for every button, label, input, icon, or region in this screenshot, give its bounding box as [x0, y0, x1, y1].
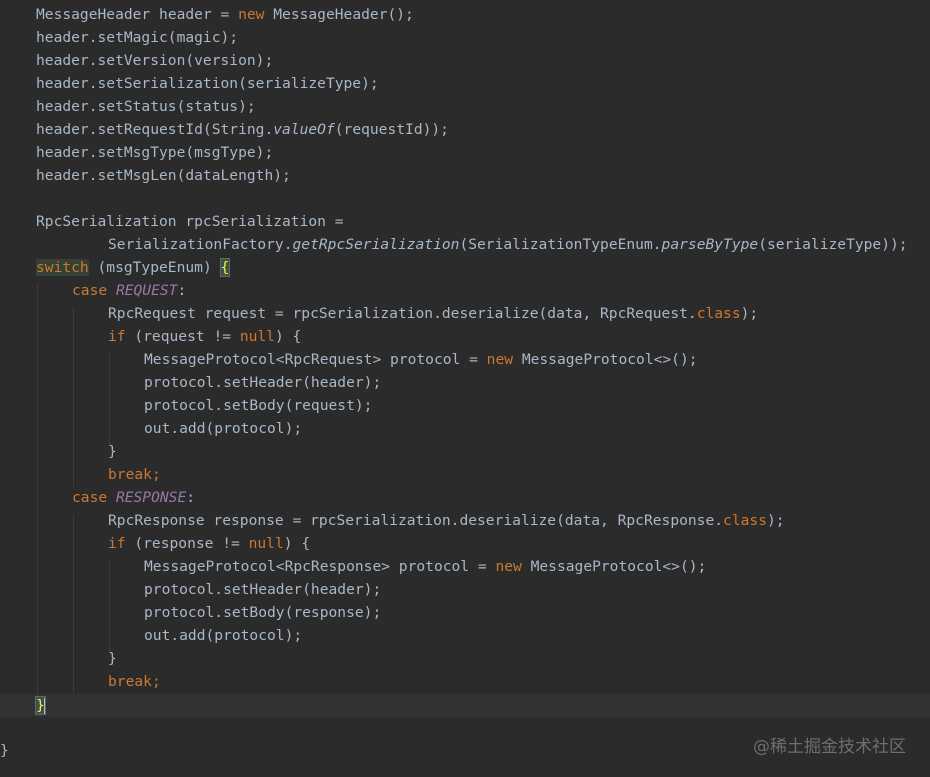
code-line: SerializationFactory.getRpcSerialization… — [108, 233, 908, 256]
code-editor[interactable]: MessageHeader header = new MessageHeader… — [0, 0, 930, 777]
semicolon: ; — [151, 466, 161, 483]
code-line: protocol.setHeader(header); — [144, 374, 382, 391]
matched-brace-open: { — [219, 258, 231, 277]
code-text: ); — [740, 305, 759, 322]
watermark: @稀土掘金技术社区 — [753, 737, 906, 757]
code-line: header.setVersion(version); — [36, 52, 274, 69]
keyword-break: break — [108, 466, 152, 483]
keyword-null: null — [248, 535, 284, 552]
code-line: header.setStatus(status); — [36, 98, 256, 115]
code-text: : — [177, 282, 187, 299]
keyword-case: case — [72, 282, 108, 299]
code-text: RpcRequest request = rpcSerialization.de… — [108, 305, 697, 322]
code-line: header.setMagic(magic); — [36, 29, 239, 46]
code-text: (msgTypeEnum) — [88, 259, 221, 276]
code-text: : — [186, 489, 196, 506]
code-line: RpcRequest request = rpcSerialization.de… — [108, 302, 758, 325]
code-text: ) { — [274, 328, 302, 345]
code-text: MessageProtocol<>(); — [521, 558, 707, 575]
keyword-case: case — [72, 489, 108, 506]
code-line: out.add(protocol); — [144, 420, 303, 437]
code-line: } — [108, 443, 117, 460]
code-text: MessageProtocol<>(); — [513, 351, 698, 368]
keyword-new: new — [238, 6, 265, 23]
code-line: MessageHeader header = new MessageHeader… — [36, 3, 414, 26]
code-line: case REQUEST: — [72, 279, 186, 302]
code-line: header.setMsgType(msgType); — [36, 144, 274, 161]
code-line: break; — [108, 670, 161, 693]
indent-guide — [109, 560, 110, 652]
indent-guide — [37, 284, 38, 694]
code-text: (SerializationTypeEnum. — [459, 236, 662, 253]
code-line: break; — [108, 463, 161, 486]
keyword-class: class — [723, 512, 767, 529]
static-method: valueOf — [273, 121, 335, 138]
indent-guide — [73, 514, 74, 694]
code-text: (request != — [125, 328, 240, 345]
code-line: } — [35, 694, 46, 717]
keyword-if: if — [108, 535, 126, 552]
keyword-if: if — [108, 328, 126, 345]
type-name: MessageHeader — [36, 6, 151, 23]
code-line: header.setSerialization(serializeType); — [36, 75, 379, 92]
semicolon: ; — [151, 673, 161, 690]
keyword-new: new — [495, 558, 522, 575]
code-line: MessageProtocol<RpcResponse> protocol = … — [144, 555, 706, 578]
code-line: protocol.setBody(request); — [144, 397, 373, 414]
code-text: ) { — [283, 535, 311, 552]
keyword-null: null — [239, 328, 275, 345]
enum-constant: RESPONSE — [115, 489, 187, 506]
text-caret — [43, 698, 46, 714]
operator: = — [211, 6, 239, 23]
code-text: (requestId)); — [334, 121, 449, 138]
code-text: ); — [766, 512, 785, 529]
code-text: (serializeType)); — [758, 236, 908, 253]
code-line: protocol.setHeader(header); — [144, 581, 382, 598]
code-line: out.add(protocol); — [144, 627, 303, 644]
code-line: case RESPONSE: — [72, 486, 195, 509]
keyword-break: break — [108, 673, 152, 690]
current-line-highlight — [0, 694, 930, 717]
code-line: } — [108, 650, 117, 667]
code-line: header.setMsgLen(dataLength); — [36, 167, 291, 184]
keyword-new: new — [486, 351, 514, 368]
code-text: RpcResponse response = rpcSerialization.… — [108, 512, 724, 529]
keyword-class: class — [696, 305, 741, 322]
code-line: header.setRequestId(String.valueOf(reque… — [36, 118, 449, 141]
code-line: if (request != null) { — [108, 325, 301, 348]
code-line: RpcSerialization rpcSerialization = — [36, 213, 344, 230]
code-text: (response != — [125, 535, 249, 552]
static-method: getRpcSerialization — [292, 236, 460, 253]
code-line: RpcResponse response = rpcSerialization.… — [108, 509, 785, 532]
code-text: SerializationFactory. — [108, 236, 293, 253]
code-text: header.setRequestId(String. — [36, 121, 274, 138]
code-line: MessageProtocol<RpcRequest> protocol = n… — [144, 348, 698, 371]
code-text: MessageProtocol<RpcResponse> protocol = — [144, 558, 496, 575]
code-line: } — [0, 742, 9, 759]
keyword-switch: switch — [36, 259, 89, 276]
constructor-call: MessageHeader(); — [264, 6, 414, 23]
code-line: if (response != null) { — [108, 532, 310, 555]
code-line: protocol.setBody(response); — [144, 604, 382, 621]
indent-guide — [73, 307, 74, 487]
code-line: switch (msgTypeEnum) { — [36, 256, 231, 279]
indent-guide — [109, 353, 110, 445]
variable-name: header — [159, 6, 212, 23]
code-text: MessageProtocol<RpcRequest> protocol = — [144, 351, 487, 368]
static-method: parseByType — [661, 236, 759, 253]
enum-constant: REQUEST — [115, 282, 178, 299]
